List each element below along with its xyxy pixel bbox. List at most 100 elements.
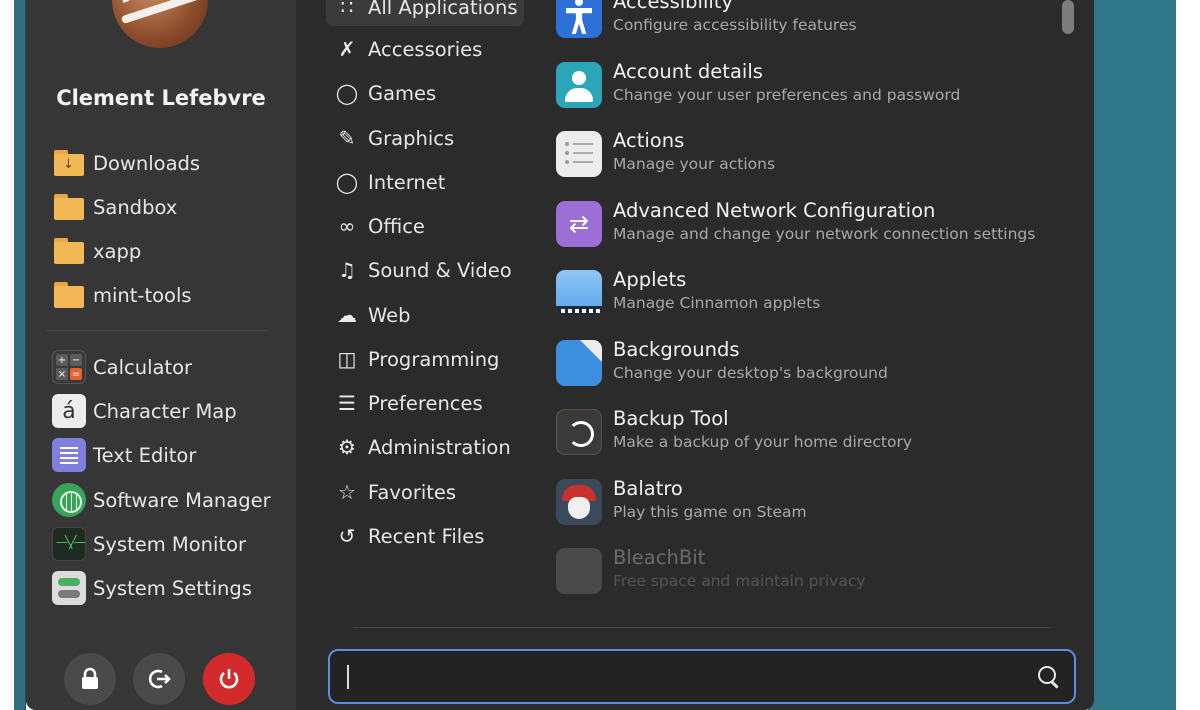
category-games[interactable]: ◯ Games — [326, 74, 524, 112]
category-programming[interactable]: ◫ Programming — [326, 340, 524, 378]
app-balatro[interactable]: Balatro Play this game on Steam — [552, 473, 1062, 537]
category-label: Games — [368, 81, 437, 105]
app-description: Manage and change your network connectio… — [613, 225, 1036, 243]
places-item-label: Downloads — [93, 151, 201, 175]
category-label: Recent Files — [368, 524, 485, 548]
app-description: Manage Cinnamon applets — [613, 294, 821, 312]
folder-download-icon: ↓ — [52, 146, 86, 180]
search-box[interactable] — [328, 649, 1076, 704]
app-name: Account details — [613, 60, 763, 83]
favorite-app-system-settings[interactable]: System Settings — [46, 568, 286, 608]
places-item-mint-tools[interactable]: mint-tools — [46, 275, 286, 315]
folder-icon — [52, 278, 86, 312]
lock-icon — [82, 667, 98, 689]
gear-icon: ⚙ — [338, 435, 356, 459]
app-list-scrollbar[interactable] — [1062, 0, 1074, 34]
category-label: Administration — [368, 435, 511, 459]
category-web[interactable]: ☁ Web — [326, 296, 524, 334]
category-label: Graphics — [368, 126, 455, 150]
search-input[interactable] — [346, 659, 1006, 695]
app-description: Free space and maintain privacy — [613, 572, 866, 590]
places-item-xapp[interactable]: xapp — [46, 231, 286, 271]
category-graphics[interactable]: ✎ Graphics — [326, 119, 524, 157]
search-icon[interactable] — [1036, 664, 1062, 690]
category-recent-files[interactable]: ↺ Recent Files — [326, 517, 524, 555]
app-name: Backgrounds — [613, 338, 740, 361]
category-sound-video[interactable]: ♫ Sound & Video — [326, 251, 524, 289]
favorite-app-system-monitor[interactable]: System Monitor — [46, 524, 286, 564]
avatar[interactable] — [112, 0, 208, 48]
category-label: All Applications — [368, 0, 518, 19]
app-name: Actions — [613, 129, 685, 152]
app-accessibility[interactable]: Accessibility Configure accessibility fe… — [552, 0, 1062, 50]
category-all-applications[interactable]: ∷ All Applications — [326, 0, 524, 26]
text-editor-icon — [52, 438, 86, 472]
favorite-app-calculator[interactable]: + − × = Calculator — [46, 347, 286, 387]
balatro-game-icon — [556, 479, 602, 525]
cloud-icon: ☁ — [337, 303, 357, 327]
user-name: Clement Lefebvre — [56, 86, 266, 110]
system-settings-icon — [52, 571, 86, 605]
app-name: Accessibility — [613, 0, 733, 13]
app-description: Change your user preferences and passwor… — [613, 86, 961, 104]
software-manager-icon — [52, 483, 86, 517]
category-accessories[interactable]: ✗ Accessories — [326, 30, 524, 68]
category-label: Preferences — [368, 391, 483, 415]
places-item-label: mint-tools — [93, 283, 192, 307]
app-description: Manage your actions — [613, 155, 776, 173]
lock-screen-button[interactable] — [64, 653, 116, 705]
app-description: Play this game on Steam — [613, 503, 807, 521]
globe-icon: ◯ — [335, 170, 359, 194]
places-item-downloads[interactable]: ↓ Downloads — [46, 143, 286, 183]
desktop-wallpaper-right — [1088, 0, 1176, 710]
category-label: Office — [368, 214, 425, 238]
folder-icon — [52, 234, 86, 268]
power-button[interactable] — [203, 653, 255, 705]
app-description: Configure accessibility features — [613, 16, 857, 34]
search-divider — [353, 627, 1051, 628]
applets-panel-icon — [556, 270, 602, 316]
calculator-icon: + − × = — [52, 350, 86, 384]
favorite-app-software-manager[interactable]: Software Manager — [46, 480, 286, 520]
accessibility-icon — [556, 0, 602, 38]
category-office[interactable]: ∞ Office — [326, 207, 524, 245]
favorite-app-text-editor[interactable]: Text Editor — [46, 435, 286, 475]
system-monitor-icon — [52, 527, 86, 561]
category-label: Internet — [368, 170, 446, 194]
favorite-app-character-map[interactable]: á Character Map — [46, 391, 286, 431]
places-item-label: xapp — [93, 239, 142, 263]
user-account-icon — [556, 62, 602, 108]
category-label: Accessories — [368, 37, 483, 61]
places-item-sandbox[interactable]: Sandbox — [46, 187, 286, 227]
actions-list-icon — [556, 131, 602, 177]
folder-icon — [52, 190, 86, 224]
gamepad-icon: ◯ — [335, 81, 359, 105]
logout-icon — [148, 669, 171, 689]
logout-button[interactable] — [133, 653, 185, 705]
app-advanced-network-configuration[interactable]: ⇄ Advanced Network Configuration Manage … — [552, 195, 1062, 259]
app-name: Balatro — [613, 477, 683, 500]
paperclip-icon: ∞ — [338, 214, 356, 238]
desktop-background-right — [1176, 0, 1200, 710]
user-sidebar: Clement Lefebvre ↓ Downloads Sandbox xap… — [26, 0, 296, 710]
category-favorites[interactable]: ☆ Favorites — [326, 473, 524, 511]
app-description: Change your desktop's background — [613, 364, 888, 382]
app-actions[interactable]: Actions Manage your actions — [552, 125, 1062, 189]
application-menu: Clement Lefebvre ↓ Downloads Sandbox xap… — [26, 0, 1094, 710]
app-applets[interactable]: Applets Manage Cinnamon applets — [552, 264, 1062, 328]
app-backup-tool[interactable]: Backup Tool Make a backup of your home d… — [552, 403, 1062, 467]
code-icon: ◫ — [337, 347, 357, 371]
film-icon: ♫ — [338, 258, 356, 282]
character-map-icon: á — [52, 394, 86, 428]
app-backgrounds[interactable]: Backgrounds Change your desktop's backgr… — [552, 334, 1062, 398]
app-bleachbit[interactable]: BleachBit Free space and maintain privac… — [552, 542, 1062, 606]
tools-icon: ✗ — [338, 37, 356, 61]
app-account-details[interactable]: Account details Change your user prefere… — [552, 56, 1062, 120]
palette-icon: ✎ — [338, 126, 356, 150]
category-internet[interactable]: ◯ Internet — [326, 163, 524, 201]
history-icon: ↺ — [338, 524, 356, 548]
category-administration[interactable]: ⚙ Administration — [326, 428, 524, 466]
category-preferences[interactable]: ☰ Preferences — [326, 384, 524, 422]
places-item-label: Sandbox — [93, 195, 178, 219]
category-label: Favorites — [368, 480, 457, 504]
